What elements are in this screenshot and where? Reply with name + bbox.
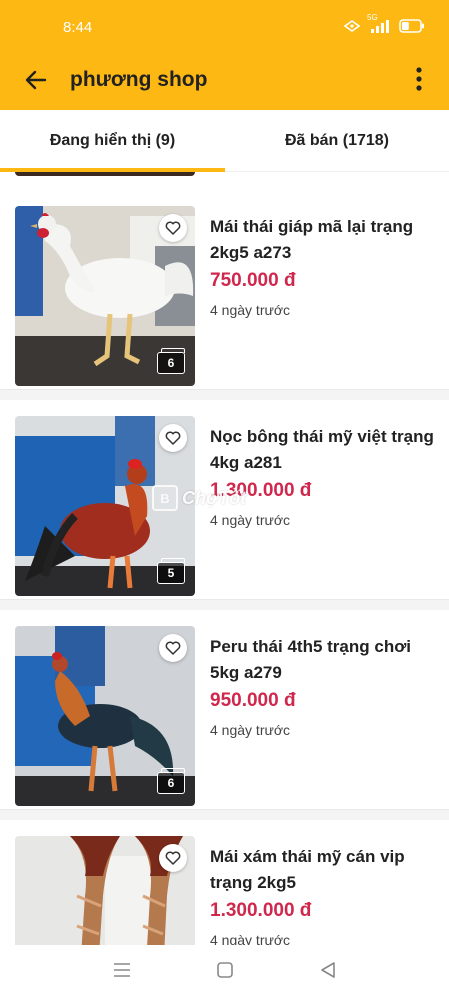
listing-item[interactable]: 6 Mái thái giáp mã lại trạng 2kg5 a273 7… bbox=[0, 190, 449, 390]
triangle-back-icon bbox=[320, 961, 336, 984]
listing-photo[interactable] bbox=[15, 836, 195, 945]
photo-count-badge: 6 bbox=[157, 768, 185, 794]
tab-bar: Đang hiển thị (9) Đã bán (1718) bbox=[0, 110, 449, 172]
heart-outline-icon bbox=[165, 851, 181, 865]
favorite-button[interactable] bbox=[159, 634, 187, 662]
listing-price: 750.000 đ bbox=[210, 270, 296, 291]
menu-icon bbox=[113, 963, 131, 982]
tab-showing[interactable]: Đang hiển thị (9) bbox=[0, 110, 225, 172]
previous-listing-edge bbox=[0, 172, 449, 190]
photo-count-badge: 6 bbox=[157, 348, 185, 374]
listing-price: 1.300.000 đ bbox=[210, 900, 312, 921]
photo-count: 5 bbox=[167, 566, 175, 580]
battery-icon bbox=[399, 19, 425, 33]
photo-count: 6 bbox=[167, 356, 175, 370]
listing-time: 4 ngày trước bbox=[210, 722, 291, 738]
hotspot-icon bbox=[343, 19, 361, 33]
heart-outline-icon bbox=[165, 221, 181, 235]
photo-count-badge: 5 bbox=[157, 558, 185, 584]
listing-item[interactable]: Mái xám thái mỹ cán vip trạng 2kg5 1.300… bbox=[0, 820, 449, 945]
listing-title[interactable]: Mái thái giáp mã lại trạng 2kg5 a273 bbox=[210, 214, 435, 266]
signal-icon: 5G bbox=[367, 13, 391, 33]
status-time: 8:44 bbox=[63, 19, 93, 36]
tab-sold[interactable]: Đã bán (1718) bbox=[225, 110, 449, 172]
more-vertical-icon bbox=[416, 66, 422, 96]
listing-photo[interactable]: 6 bbox=[15, 206, 195, 386]
arrow-left-icon bbox=[24, 68, 48, 97]
status-bar: 8:44 5G bbox=[0, 0, 449, 56]
heart-outline-icon bbox=[165, 641, 181, 655]
more-options-button[interactable] bbox=[409, 64, 429, 98]
status-icons: 5G bbox=[343, 13, 425, 33]
favorite-button[interactable] bbox=[159, 424, 187, 452]
listing-time: 4 ngày trước bbox=[210, 512, 291, 528]
listing-title[interactable]: Peru thái 4th5 trạng chơi 5kg a279 bbox=[210, 634, 435, 686]
watermark-text: ChợTốt bbox=[182, 487, 247, 508]
favorite-button[interactable] bbox=[159, 214, 187, 242]
back-button[interactable] bbox=[20, 66, 52, 98]
listing-photo[interactable]: 6 bbox=[15, 626, 195, 806]
previous-listing-thumbnail bbox=[15, 172, 195, 176]
listing-price: 950.000 đ bbox=[210, 690, 296, 711]
listing-time: 4 ngày trước bbox=[210, 302, 291, 318]
listing-title[interactable]: Nọc bông thái mỹ việt trạng 4kg a281 bbox=[210, 424, 435, 476]
listing-time: 4 ngày trước bbox=[210, 932, 291, 945]
watermark-logo: B bbox=[152, 485, 178, 511]
network-label: 5G bbox=[367, 13, 378, 22]
nav-back-button[interactable] bbox=[308, 953, 348, 993]
nav-recents-button[interactable] bbox=[102, 953, 142, 993]
listing-title[interactable]: Mái xám thái mỹ cán vip trạng 2kg5 bbox=[210, 844, 435, 896]
photo-count: 6 bbox=[167, 776, 175, 790]
screen: 8:44 5G phương shop Đang hiển thị (9) Đã… bbox=[0, 0, 449, 1000]
nav-home-button[interactable] bbox=[205, 953, 245, 993]
watermark: B ChợTốt bbox=[152, 485, 246, 511]
heart-outline-icon bbox=[165, 431, 181, 445]
app-bar: phương shop bbox=[0, 56, 449, 110]
page-title: phương shop bbox=[70, 68, 208, 91]
square-icon bbox=[216, 961, 234, 984]
listing-list[interactable]: 6 Mái thái giáp mã lại trạng 2kg5 a273 7… bbox=[0, 172, 449, 945]
favorite-button[interactable] bbox=[159, 844, 187, 872]
listing-item[interactable]: 6 Peru thái 4th5 trạng chơi 5kg a279 950… bbox=[0, 610, 449, 810]
system-nav-bar bbox=[0, 945, 449, 1000]
